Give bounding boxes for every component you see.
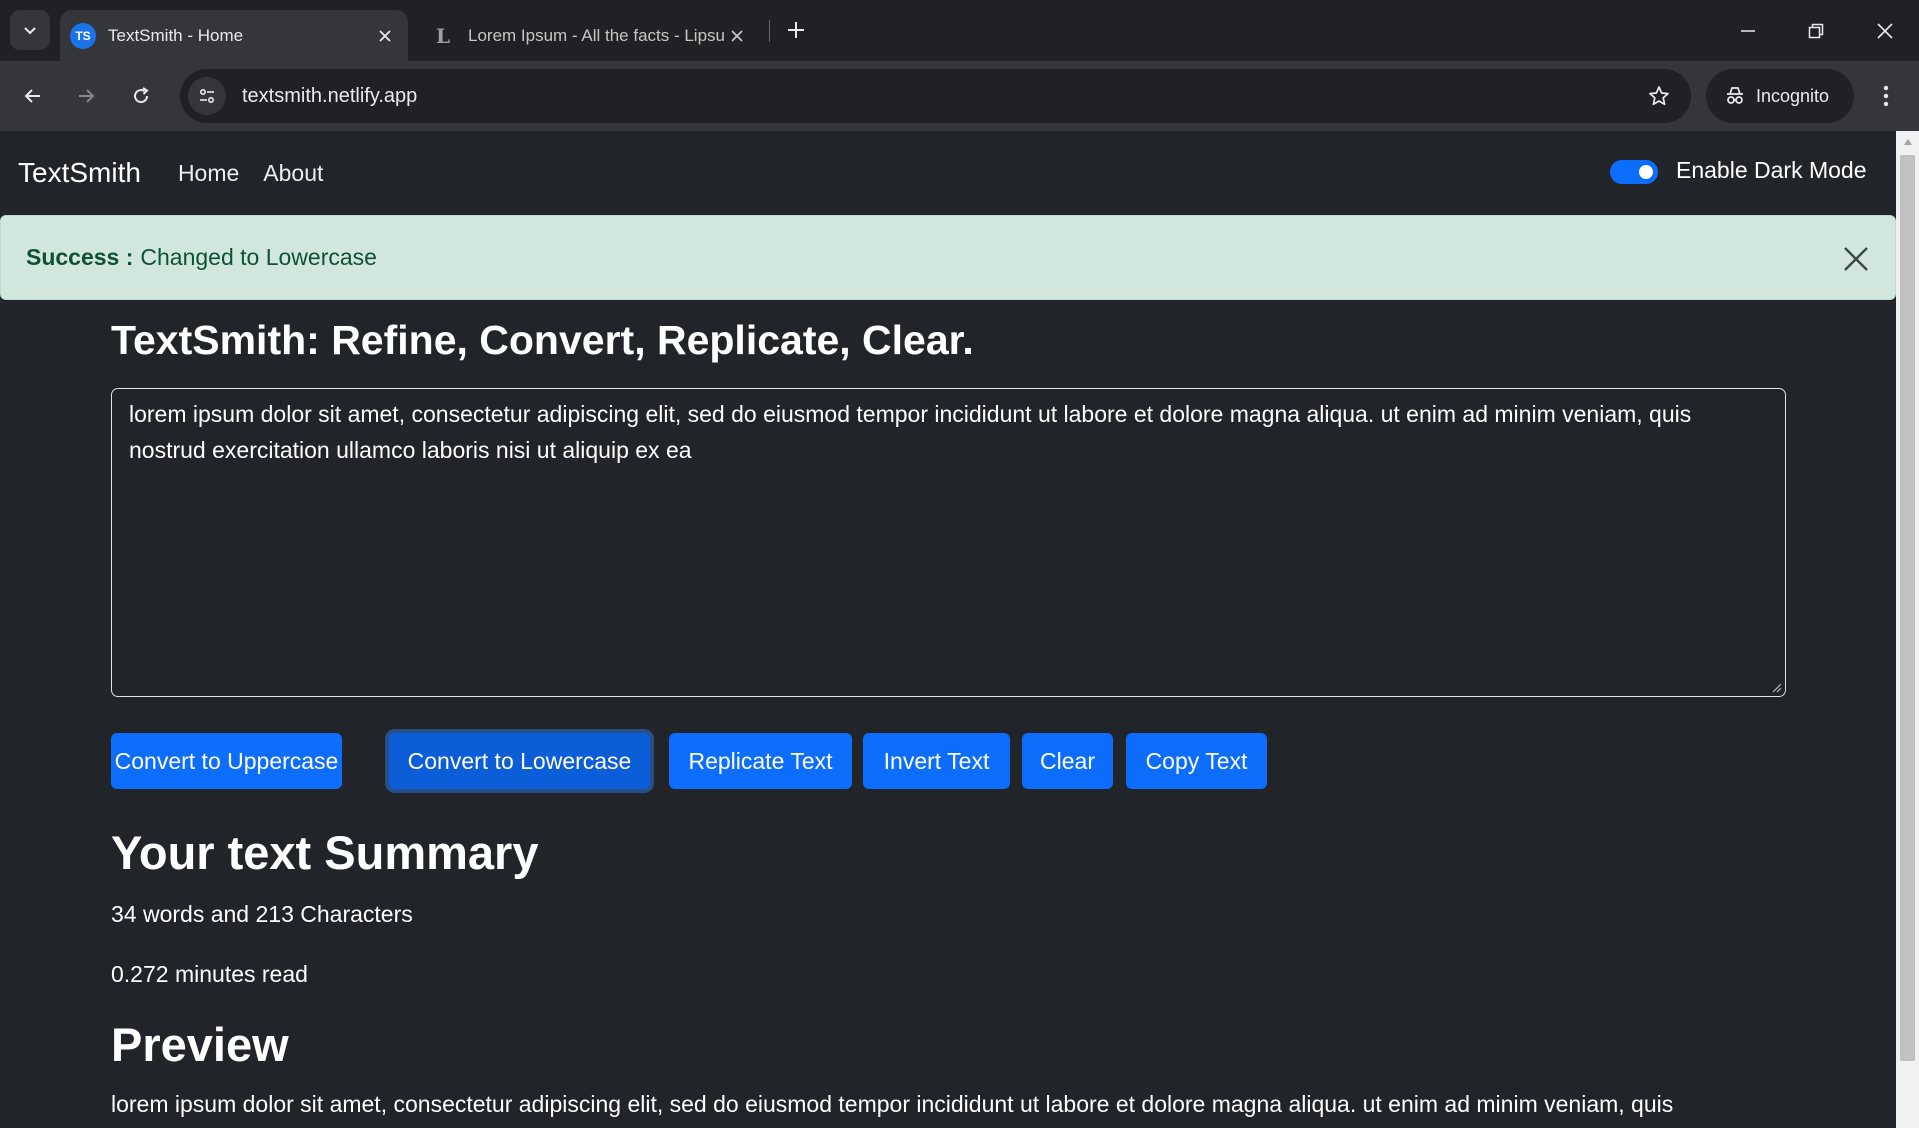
browser-tab-strip: TS TextSmith - Home L Lorem Ipsum - All … [0, 0, 1919, 61]
switch-knob [1639, 165, 1653, 179]
site-info-button[interactable] [188, 77, 226, 115]
minimize-icon [1741, 29, 1755, 32]
restore-button[interactable] [1782, 0, 1850, 61]
nav-link-about[interactable]: About [263, 160, 323, 187]
preview-text: lorem ipsum dolor sit amet, consectetur … [111, 1091, 1674, 1117]
preview-heading: Preview [111, 1018, 289, 1071]
clear-button[interactable]: Clear [1022, 733, 1113, 789]
resize-grip-icon[interactable] [1770, 681, 1782, 693]
address-bar[interactable]: textsmith.netlify.app [180, 69, 1691, 123]
more-vertical-icon [1883, 85, 1889, 107]
dark-mode-label[interactable]: Enable Dark Mode [1676, 157, 1867, 184]
plus-icon [788, 22, 804, 38]
page-title: TextSmith: Refine, Convert, Replicate, C… [111, 317, 974, 363]
tab-close-button[interactable] [724, 23, 750, 49]
arrow-left-icon [24, 89, 40, 103]
tab-close-button[interactable] [372, 23, 398, 49]
copy-text-button[interactable]: Copy Text [1126, 733, 1267, 789]
scroll-up-button[interactable] [1896, 131, 1919, 153]
nav-link-home[interactable]: Home [178, 160, 239, 187]
brand-logo[interactable]: TextSmith [18, 157, 141, 189]
text-input-area[interactable]: lorem ipsum dolor sit amet, consectetur … [111, 388, 1786, 697]
page-scrollbar[interactable] [1896, 131, 1919, 1128]
textsmith-favicon-icon: TS [70, 22, 96, 49]
window-close-button[interactable] [1851, 0, 1919, 61]
incognito-indicator[interactable]: Incognito [1706, 69, 1854, 123]
alert-message: Changed to Lowercase [140, 244, 377, 270]
bookmark-button[interactable] [1639, 76, 1679, 116]
close-icon [379, 29, 391, 42]
page-viewport: TextSmith Home About Enable Dark Mode Su… [0, 131, 1896, 1128]
close-icon [731, 29, 743, 42]
alert-close-button[interactable] [1841, 244, 1871, 274]
summary-heading: Your text Summary [111, 826, 539, 879]
restore-icon [1808, 23, 1824, 38]
tab-lipsum[interactable]: L Lorem Ipsum - All the facts - Lipsum [420, 10, 760, 61]
url-text[interactable]: textsmith.netlify.app [242, 85, 1639, 108]
tune-icon [199, 88, 215, 104]
chevron-down-icon [24, 27, 36, 35]
forward-button[interactable] [67, 77, 105, 115]
reload-icon [134, 87, 149, 104]
tab-divider [769, 20, 770, 42]
invert-text-button[interactable]: Invert Text [863, 733, 1010, 789]
incognito-label: Incognito [1756, 85, 1830, 106]
replicate-text-button[interactable]: Replicate Text [669, 733, 852, 789]
app-navbar: TextSmith Home About Enable Dark Mode [0, 131, 1896, 215]
alert-type: Success : [26, 244, 134, 270]
word-char-count: 34 words and 213 Characters [111, 901, 413, 927]
arrow-right-icon [79, 89, 95, 103]
back-button[interactable] [14, 77, 52, 115]
reload-button[interactable] [122, 77, 160, 115]
star-icon [1649, 86, 1669, 106]
new-tab-button[interactable] [780, 14, 812, 46]
dark-mode-switch[interactable] [1610, 160, 1658, 184]
tab-title: Lorem Ipsum - All the facts - Lipsum [468, 25, 724, 45]
browser-toolbar: textsmith.netlify.app Incognito [0, 61, 1919, 131]
incognito-icon [1724, 85, 1746, 107]
browser-menu-button[interactable] [1866, 77, 1906, 115]
close-icon [1844, 247, 1868, 271]
tab-textsmith[interactable]: TS TextSmith - Home [60, 10, 408, 61]
lipsum-favicon-icon: L [435, 23, 451, 48]
minimize-button[interactable] [1714, 0, 1782, 61]
read-time: 0.272 minutes read [111, 961, 308, 987]
scrollbar-thumb[interactable] [1900, 155, 1915, 1061]
triangle-up-icon [1903, 139, 1912, 145]
tab-search-button[interactable] [10, 10, 50, 50]
lowercase-button[interactable]: Convert to Lowercase [389, 733, 650, 789]
tab-title: TextSmith - Home [108, 25, 244, 45]
uppercase-button[interactable]: Convert to Uppercase [111, 733, 342, 789]
close-icon [1877, 22, 1893, 39]
success-alert: Success : Changed to Lowercase [0, 215, 1896, 300]
